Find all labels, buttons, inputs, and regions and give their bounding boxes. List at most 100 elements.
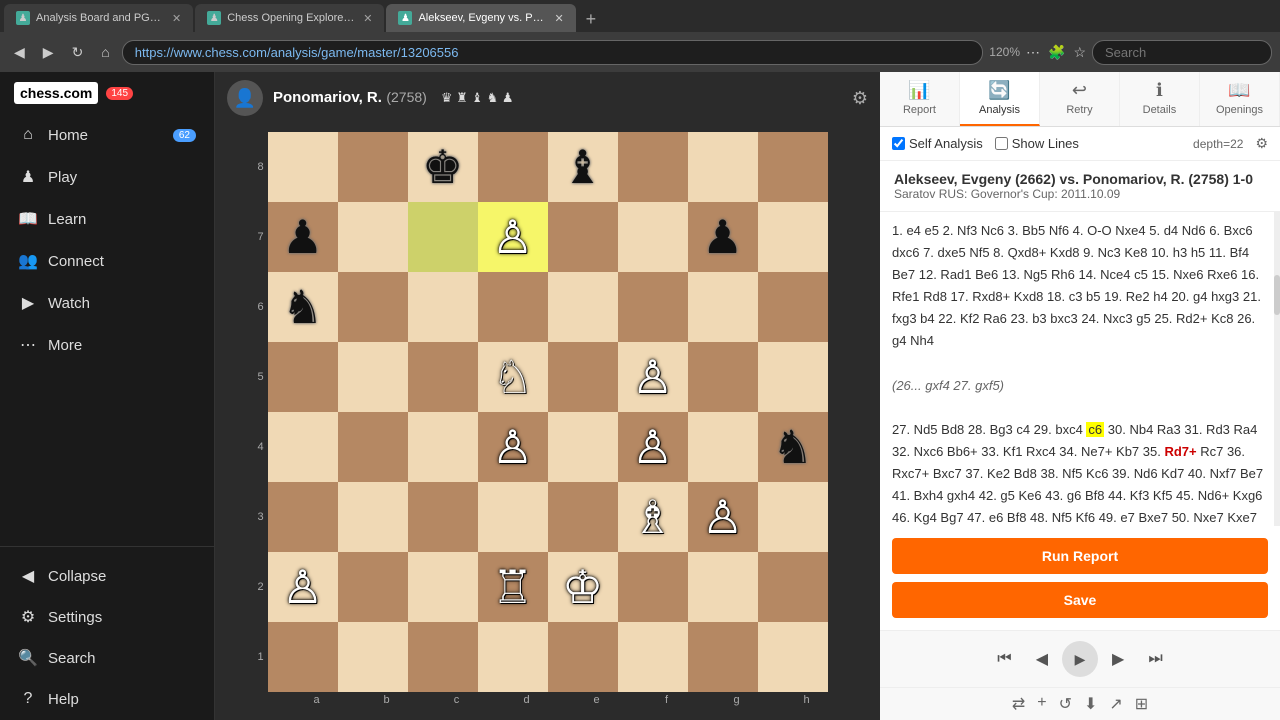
square-c2[interactable]: [408, 552, 478, 622]
square-e3[interactable]: [548, 482, 618, 552]
square-c4[interactable]: [408, 412, 478, 482]
flip-board-icon[interactable]: ⇄: [1012, 694, 1025, 714]
moves-area[interactable]: 1. e4 e5 2. Nf3 Nc6 3. Bb5 Nf6 4. O-O Nx…: [880, 212, 1280, 526]
save-button[interactable]: Save: [892, 582, 1268, 618]
first-move-button[interactable]: ⏮: [987, 644, 1021, 674]
square-h6[interactable]: [758, 272, 828, 342]
square-f2[interactable]: [618, 552, 688, 622]
square-e6[interactable]: [548, 272, 618, 342]
square-b5[interactable]: [338, 342, 408, 412]
square-f8[interactable]: [618, 132, 688, 202]
square-f7[interactable]: [618, 202, 688, 272]
square-b6[interactable]: [338, 272, 408, 342]
new-tab-button[interactable]: +: [578, 7, 605, 32]
square-e2[interactable]: ♔: [548, 552, 618, 622]
square-h5[interactable]: [758, 342, 828, 412]
square-b4[interactable]: [338, 412, 408, 482]
square-g1[interactable]: [688, 622, 758, 692]
bookmark-icon[interactable]: ⋯: [1026, 44, 1040, 61]
sidebar-item-search[interactable]: 🔍 Search: [4, 638, 210, 678]
square-g4[interactable]: [688, 412, 758, 482]
sidebar-item-watch[interactable]: ▶ Watch: [4, 283, 210, 323]
square-f5[interactable]: ♙: [618, 342, 688, 412]
square-c1[interactable]: [408, 622, 478, 692]
tab-report[interactable]: 📊 Report: [880, 72, 960, 126]
square-h7[interactable]: [758, 202, 828, 272]
square-e7[interactable]: [548, 202, 618, 272]
square-c3[interactable]: [408, 482, 478, 552]
share-icon[interactable]: ↗: [1109, 694, 1122, 714]
square-e1[interactable]: [548, 622, 618, 692]
square-a5[interactable]: [268, 342, 338, 412]
download-icon[interactable]: ⬇: [1084, 694, 1097, 714]
square-c7[interactable]: [408, 202, 478, 272]
square-h2[interactable]: [758, 552, 828, 622]
chess-board[interactable]: ♚♝♟♙♟♞♘♙♙♙♞♗♙♙♖♔: [268, 132, 828, 692]
square-d3[interactable]: [478, 482, 548, 552]
square-f4[interactable]: ♙: [618, 412, 688, 482]
square-e8[interactable]: ♝: [548, 132, 618, 202]
self-analysis-input[interactable]: [892, 137, 905, 150]
square-b2[interactable]: [338, 552, 408, 622]
address-bar[interactable]: [122, 40, 984, 65]
sidebar-item-collapse[interactable]: ◀ Collapse: [4, 556, 210, 596]
square-d2[interactable]: ♖: [478, 552, 548, 622]
home-button[interactable]: ⌂: [95, 42, 115, 62]
self-analysis-checkbox[interactable]: Self Analysis: [892, 136, 983, 151]
board-settings-button[interactable]: ⚙: [852, 88, 868, 109]
square-d8[interactable]: [478, 132, 548, 202]
prev-move-button[interactable]: ◀: [1026, 643, 1058, 675]
moves-scrollbar[interactable]: [1274, 212, 1280, 526]
square-a2[interactable]: ♙: [268, 552, 338, 622]
show-lines-checkbox[interactable]: Show Lines: [995, 136, 1079, 151]
square-f6[interactable]: [618, 272, 688, 342]
analysis-settings-button[interactable]: ⚙: [1255, 135, 1268, 152]
square-h4[interactable]: ♞: [758, 412, 828, 482]
star-icon[interactable]: ☆: [1073, 44, 1086, 61]
square-g5[interactable]: [688, 342, 758, 412]
square-g3[interactable]: ♙: [688, 482, 758, 552]
sidebar-item-play[interactable]: ♟ Play: [4, 157, 210, 197]
extensions-icon[interactable]: 🧩: [1048, 44, 1065, 61]
square-h3[interactable]: [758, 482, 828, 552]
square-g7[interactable]: ♟: [688, 202, 758, 272]
square-c8[interactable]: ♚: [408, 132, 478, 202]
run-report-button[interactable]: Run Report: [892, 538, 1268, 574]
sidebar-item-connect[interactable]: 👥 Connect: [4, 241, 210, 281]
square-a8[interactable]: [268, 132, 338, 202]
square-f3[interactable]: ♗: [618, 482, 688, 552]
square-g8[interactable]: [688, 132, 758, 202]
browser-search-input[interactable]: [1092, 40, 1272, 65]
square-a1[interactable]: [268, 622, 338, 692]
square-d7[interactable]: ♙: [478, 202, 548, 272]
square-g2[interactable]: [688, 552, 758, 622]
tab-close-2[interactable]: ✕: [363, 12, 372, 25]
square-a3[interactable]: [268, 482, 338, 552]
square-d1[interactable]: [478, 622, 548, 692]
square-d5[interactable]: ♘: [478, 342, 548, 412]
tab-openings[interactable]: 📖 Openings: [1200, 72, 1280, 126]
square-b7[interactable]: [338, 202, 408, 272]
square-e5[interactable]: [548, 342, 618, 412]
scrollbar-thumb[interactable]: [1274, 275, 1280, 315]
square-b8[interactable]: [338, 132, 408, 202]
show-lines-input[interactable]: [995, 137, 1008, 150]
back-button[interactable]: ◀: [8, 42, 31, 63]
square-c6[interactable]: [408, 272, 478, 342]
forward-button[interactable]: ▶: [37, 42, 60, 63]
tab-close-1[interactable]: ✕: [172, 12, 181, 25]
next-move-button[interactable]: ▶: [1102, 643, 1134, 675]
tab-close-3[interactable]: ✕: [554, 12, 563, 25]
tab-analysis[interactable]: 🔄 Analysis: [960, 72, 1040, 126]
square-d6[interactable]: [478, 272, 548, 342]
square-b3[interactable]: [338, 482, 408, 552]
sidebar-item-settings[interactable]: ⚙ Settings: [4, 597, 210, 637]
square-a6[interactable]: ♞: [268, 272, 338, 342]
reload-button[interactable]: ↻: [66, 42, 90, 63]
square-h8[interactable]: [758, 132, 828, 202]
square-h1[interactable]: [758, 622, 828, 692]
sidebar-item-home[interactable]: ⌂ Home 62: [4, 115, 210, 155]
grid-icon[interactable]: ⊞: [1135, 694, 1148, 714]
sidebar-item-help[interactable]: ? Help: [4, 679, 210, 719]
tab-analysis[interactable]: ♟ Analysis Board and PGN... ✕: [4, 4, 193, 32]
